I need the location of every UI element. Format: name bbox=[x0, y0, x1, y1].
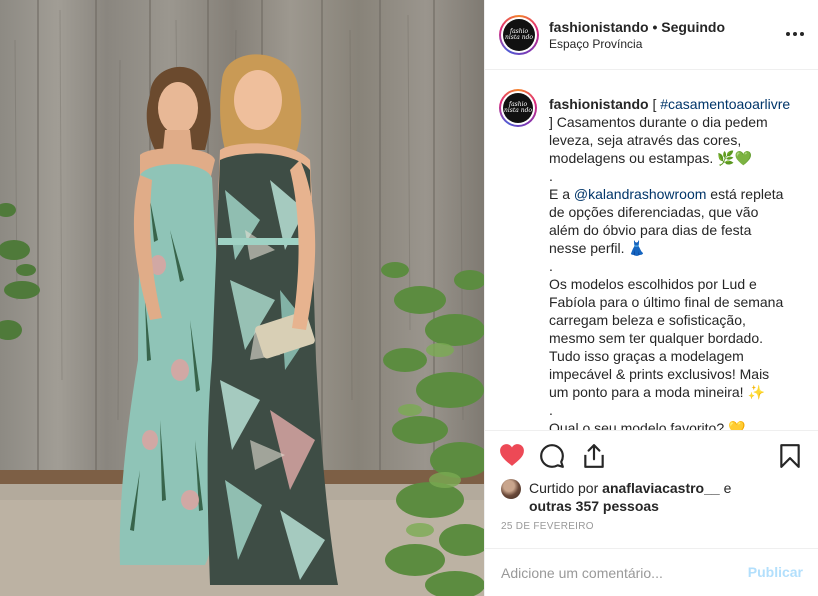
caption-line: leveza, seja através das cores, bbox=[549, 132, 742, 148]
caption-line: Fabíola para o último final de semana bbox=[549, 294, 784, 310]
likes-summary: Curtido por anaflaviacastro__ e outras 3… bbox=[501, 477, 811, 515]
comment-input[interactable] bbox=[501, 564, 731, 582]
caption-line: um ponto para a moda mineira! ✨ bbox=[549, 384, 765, 400]
avatar-logo: fashio nista ndo bbox=[503, 19, 535, 51]
caption-username[interactable]: fashionistando bbox=[549, 96, 649, 112]
likes-prefix: Curtido por bbox=[529, 480, 603, 496]
likes-others-link[interactable]: outras 357 pessoas bbox=[529, 498, 659, 514]
caption-line: . bbox=[549, 168, 553, 184]
caption-line: nesse perfil. 👗 bbox=[549, 240, 646, 256]
liker-avatar[interactable] bbox=[501, 479, 521, 499]
more-horizontal-icon[interactable] bbox=[785, 26, 805, 40]
heart-filled-icon[interactable] bbox=[499, 443, 525, 469]
caption-mention[interactable]: @kalandrashowroom bbox=[574, 186, 707, 202]
header-separator: • bbox=[648, 19, 662, 35]
caption-line: mesmo sem ter qualquer bordado. bbox=[549, 330, 763, 346]
post-date[interactable]: 25 DE FEVEREIRO bbox=[501, 521, 594, 532]
post-photo[interactable] bbox=[0, 0, 484, 596]
follow-status-button[interactable]: Seguindo bbox=[661, 19, 725, 35]
caption-avatar-logo: fashio nista ndo bbox=[503, 93, 533, 123]
header-line: fashionistando • Seguindo bbox=[549, 19, 725, 35]
caption-area: fashio nista ndo fashionistando [ #casam… bbox=[485, 71, 818, 430]
post-location[interactable]: Espaço Província bbox=[549, 37, 642, 51]
post-side-panel: fashio nista ndo fashionistando • Seguin… bbox=[484, 0, 818, 596]
author-username[interactable]: fashionistando bbox=[549, 19, 649, 35]
photo-illustration bbox=[0, 0, 484, 596]
post-caption: fashionistando [ #casamentoaoarlivre ] C… bbox=[549, 95, 811, 430]
caption-line: além do óbvio para dias de festa bbox=[549, 222, 752, 238]
caption-bracket: [ bbox=[648, 96, 661, 112]
caption-line: . bbox=[549, 258, 553, 274]
comment-box: Publicar bbox=[485, 548, 818, 596]
caption-line: E a @kalandrashowroom está repleta bbox=[549, 185, 811, 203]
post-actions: Curtido por anaflaviacastro__ e outras 3… bbox=[485, 430, 818, 560]
caption-line: Qual o seu modelo favorito? 💛 bbox=[549, 420, 746, 430]
author-avatar[interactable]: fashio nista ndo bbox=[499, 15, 539, 55]
share-icon[interactable] bbox=[581, 443, 607, 469]
caption-avatar[interactable]: fashio nista ndo bbox=[499, 89, 537, 127]
publish-button[interactable]: Publicar bbox=[748, 564, 803, 580]
caption-hashtag[interactable]: #casamentoaoarlivre bbox=[660, 96, 790, 112]
comment-icon[interactable] bbox=[539, 443, 565, 469]
caption-line: impecável & prints exclusivos! Mais bbox=[549, 366, 770, 382]
caption-text: está repleta bbox=[706, 186, 784, 202]
post-header: fashio nista ndo fashionistando • Seguin… bbox=[485, 0, 818, 70]
likes-text: Curtido por anaflaviacastro__ e outras 3… bbox=[529, 479, 799, 515]
liker-username[interactable]: anaflaviacastro__ bbox=[602, 480, 720, 496]
caption-line: carregam beleza e sofisticação, bbox=[549, 312, 746, 328]
caption-line: ] Casamentos durante o dia pedem bbox=[549, 114, 768, 130]
bookmark-icon[interactable] bbox=[779, 443, 805, 469]
caption-line: Os modelos escolhidos por Lud e bbox=[549, 276, 757, 292]
caption-line: de opções diferenciadas, que vão bbox=[549, 204, 759, 220]
likes-connector: e bbox=[719, 480, 732, 496]
caption-line: . bbox=[549, 402, 553, 418]
caption-line: Tudo isso graças a modelagem bbox=[549, 348, 744, 364]
caption-line: modelagens ou estampas. 🌿💚 bbox=[549, 150, 752, 166]
caption-line: fashionistando [ #casamentoaoarlivre bbox=[549, 95, 811, 113]
caption-text: E a bbox=[549, 186, 574, 202]
